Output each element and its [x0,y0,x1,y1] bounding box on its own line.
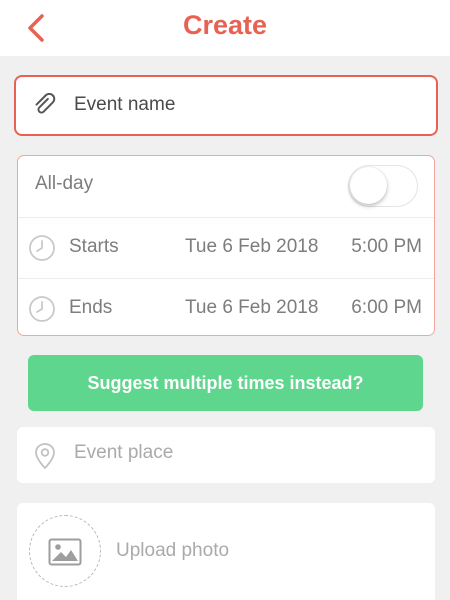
paperclip-icon [35,93,56,114]
starts-label: Starts [69,236,119,257]
start-time[interactable]: 5:00 PM [351,236,422,258]
event-name-placeholder: Event name [74,94,176,115]
toggle-knob [350,167,387,204]
ends-label: Ends [69,297,113,318]
event-name-field[interactable]: Event name [14,75,438,136]
clock-icon [29,235,55,261]
suggest-multiple-times-button[interactable]: Suggest multiple times instead? [28,355,423,411]
location-pin-icon [35,443,55,470]
allday-row: All-day [18,156,434,216]
image-icon [48,538,82,566]
ends-row[interactable]: Ends Tue 6 Feb 2018 6:00 PM [18,278,434,335]
start-date[interactable]: Tue 6 Feb 2018 [185,236,318,258]
upload-photo-label: Upload photo [116,540,230,561]
upload-photo-button[interactable] [29,515,101,587]
upload-photo-card[interactable]: Upload photo [17,503,435,600]
allday-toggle[interactable] [348,165,418,207]
event-place-field[interactable]: Event place [17,427,435,483]
end-date[interactable]: Tue 6 Feb 2018 [185,297,318,319]
starts-row[interactable]: Starts Tue 6 Feb 2018 5:00 PM [18,217,434,277]
clock-icon [29,296,55,322]
header-bar: Create [0,0,450,56]
page-title: Create [182,10,268,40]
time-settings-card: All-day Starts Tue 6 Feb 2018 5:00 PM En… [17,155,435,336]
event-place-placeholder: Event place [74,442,174,463]
end-time[interactable]: 6:00 PM [351,297,422,319]
allday-label: All-day [35,173,94,194]
